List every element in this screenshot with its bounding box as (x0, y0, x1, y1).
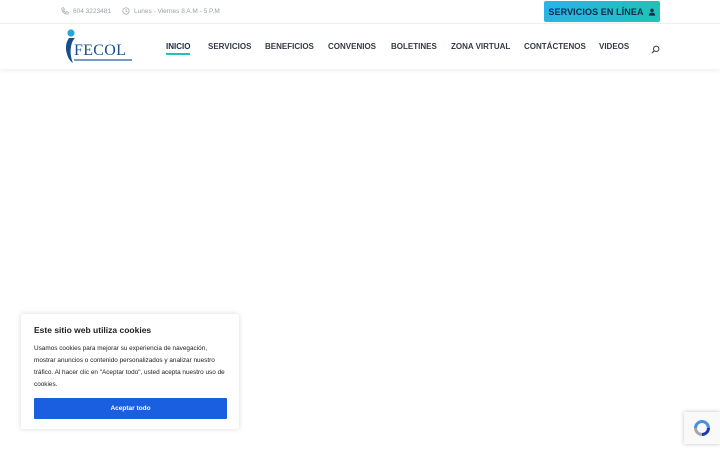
clock-icon (122, 7, 130, 15)
nav-item-zona-virtual[interactable]: ZONA VIRTUAL (451, 42, 510, 51)
logo-tagline-bar (74, 59, 132, 61)
main-header: FECOL INICIO SERVICIOS BENEFICIOS CONVEN… (0, 24, 720, 69)
site-logo[interactable]: FECOL (64, 28, 134, 66)
user-icon (648, 8, 655, 16)
cookie-description: Usamos cookies para mejorar su experienc… (34, 345, 225, 388)
accept-all-button[interactable]: Aceptar todo (34, 398, 227, 419)
nav-item-contactenos[interactable]: CONTÁCTENOS (524, 42, 586, 51)
cookie-title: Este sitio web utiliza cookies (34, 325, 152, 335)
phone-number: 604 3223481 (73, 7, 111, 15)
nav-item-beneficios[interactable]: BENEFICIOS (265, 42, 314, 51)
online-services-button[interactable]: SERVICIOS EN LÍNEA (544, 1, 660, 22)
phone-info[interactable]: 604 3223481 (61, 7, 111, 15)
nav-item-servicios[interactable]: SERVICIOS (208, 42, 251, 51)
active-nav-indicator (166, 53, 190, 55)
hours-info: Lunes - Viernes 8 A.M - 5 P.M (122, 7, 220, 15)
recaptcha-badge[interactable] (684, 412, 720, 444)
search-button[interactable] (651, 41, 660, 59)
cookie-consent-dialog: Este sitio web utiliza cookies Usamos co… (21, 314, 239, 429)
nav-item-videos[interactable]: VIDEOS (599, 42, 629, 51)
nav-item-convenios[interactable]: CONVENIOS (328, 42, 376, 51)
top-bar: 604 3223481 Lunes - Viernes 8 A.M - 5 P.… (0, 0, 720, 24)
search-icon (651, 45, 660, 54)
nav-item-boletines[interactable]: BOLETINES (391, 42, 437, 51)
logo-text: FECOL (74, 42, 127, 59)
nav-item-inicio[interactable]: INICIO (166, 42, 190, 51)
online-services-label: SERVICIOS EN LÍNEA (548, 6, 644, 17)
recaptcha-icon (694, 420, 710, 436)
phone-icon (61, 7, 69, 15)
hours-text: Lunes - Viernes 8 A.M - 5 P.M (134, 7, 220, 15)
